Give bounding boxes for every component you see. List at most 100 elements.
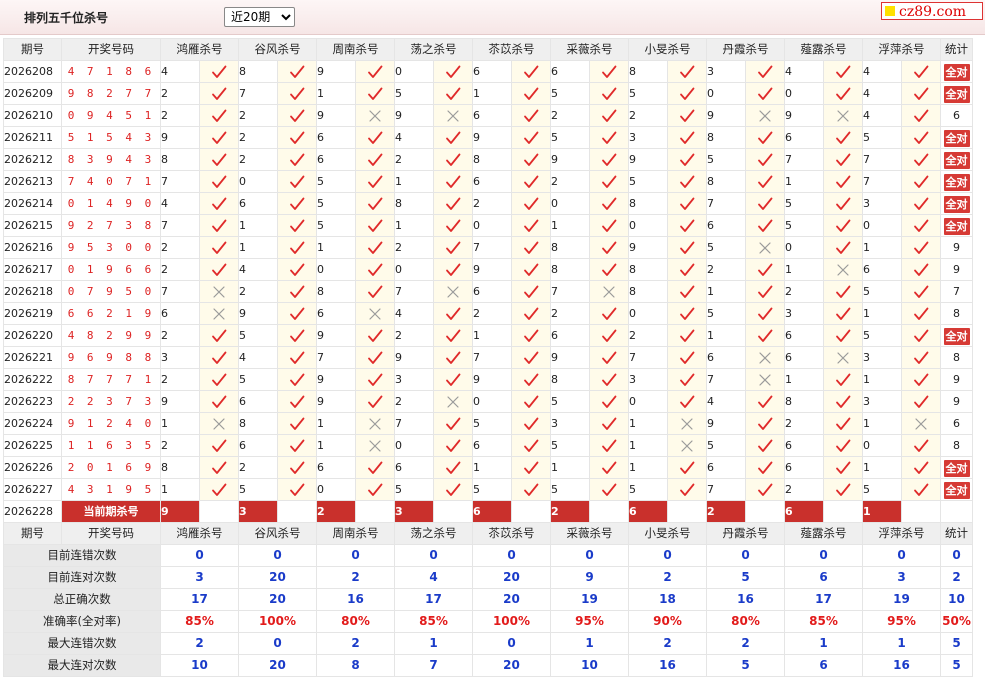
result-mark [433, 368, 473, 391]
result-mark [277, 60, 317, 83]
kill-number: 6 [706, 456, 746, 479]
all-correct-badge: 全对 [943, 481, 970, 499]
check-icon [368, 131, 383, 144]
result-mark [901, 126, 941, 149]
check-icon [524, 109, 539, 122]
kill-number: 8 [706, 170, 746, 193]
result-mark [589, 390, 629, 413]
check-icon [524, 263, 539, 276]
cross-icon [759, 352, 771, 364]
result-mark [199, 126, 239, 149]
summary-value: 85% [394, 610, 473, 633]
check-icon [602, 241, 617, 254]
result-mark [199, 60, 239, 83]
current-stat-blank [940, 500, 973, 523]
kill-number: 7 [472, 236, 512, 259]
kill-number: 7 [706, 478, 746, 501]
period-cell: 2026225 [3, 434, 62, 457]
period-cell: 2026219 [3, 302, 62, 325]
check-icon [836, 241, 851, 254]
kill-number: 8 [550, 236, 590, 259]
check-icon [836, 175, 851, 188]
kill-number: 1 [550, 214, 590, 237]
check-icon [524, 395, 539, 408]
draw-numbers: 0 1 9 6 6 [61, 258, 161, 281]
result-mark [355, 412, 395, 435]
check-icon [290, 87, 305, 100]
check-icon [680, 351, 695, 364]
result-mark [667, 60, 707, 83]
kill-number: 5 [862, 126, 902, 149]
check-icon [758, 329, 773, 342]
result-mark [667, 258, 707, 281]
result-mark [199, 280, 239, 303]
kill-number: 2 [628, 104, 668, 127]
kill-number: 7 [706, 192, 746, 215]
check-icon [914, 351, 929, 364]
current-kill-number: 6 [628, 500, 668, 523]
kill-number: 3 [862, 346, 902, 369]
result-mark [745, 456, 785, 479]
summary-value: 95% [862, 610, 941, 633]
site-logo[interactable]: cz89.com [881, 2, 983, 20]
result-mark [433, 192, 473, 215]
check-icon [758, 87, 773, 100]
cross-icon [759, 374, 771, 386]
check-icon [602, 417, 617, 430]
stat-cell: 9 [940, 258, 973, 281]
summary-row: 最大连对次数 10 20 8 7 20 10 16 5 6 16 5 [3, 654, 973, 677]
check-icon [524, 461, 539, 474]
summary-value: 0 [238, 544, 317, 567]
kill-number: 5 [628, 82, 668, 105]
col-header-period: 期号 [3, 522, 62, 545]
result-mark [589, 280, 629, 303]
check-icon [758, 439, 773, 452]
check-icon [368, 285, 383, 298]
kill-number: 7 [160, 170, 200, 193]
col-header-stat: 统计 [940, 522, 973, 545]
result-mark [589, 104, 629, 127]
kill-number: 0 [316, 478, 356, 501]
check-icon [446, 351, 461, 364]
result-mark [667, 456, 707, 479]
result-mark [823, 82, 863, 105]
summary-value: 8 [316, 654, 395, 677]
check-icon [836, 153, 851, 166]
result-mark [433, 258, 473, 281]
check-icon [836, 219, 851, 232]
check-icon [524, 307, 539, 320]
kill-number: 8 [784, 390, 824, 413]
kill-number: 9 [316, 324, 356, 347]
result-mark [901, 368, 941, 391]
summary-value: 20 [238, 588, 317, 611]
stat-cell: 8 [940, 302, 973, 325]
header-row: 期号 开奖号码 鸿雁杀号 谷风杀号 周南杀号 荡之杀号 苶苡杀号 采薇杀号 小旻杀号 丹霞杀号 薤露… [3, 522, 973, 545]
check-icon [290, 373, 305, 386]
period-select[interactable]: 近20期 [224, 7, 295, 27]
col-header-expert: 鸿雁杀号 [160, 522, 239, 545]
kill-number: 0 [238, 170, 278, 193]
kill-number: 3 [628, 126, 668, 149]
check-icon [368, 329, 383, 342]
kill-number: 6 [316, 148, 356, 171]
check-icon [680, 263, 695, 276]
check-icon [914, 197, 929, 210]
kill-number: 9 [160, 390, 200, 413]
all-correct-badge: 全对 [943, 129, 970, 147]
draw-numbers: 4 8 2 9 9 [61, 324, 161, 347]
col-header-expert: 荡之杀号 [394, 38, 473, 61]
check-icon [602, 263, 617, 276]
kill-number: 4 [394, 302, 434, 325]
kill-number: 4 [238, 258, 278, 281]
summary-label: 最大连对次数 [3, 654, 161, 677]
result-mark [433, 412, 473, 435]
cross-icon [369, 418, 381, 430]
table-row: 2026227 4 3 1 9 5 1 5 0 5 5 5 5 7 2 5 全对 [3, 478, 973, 501]
kill-number: 8 [628, 192, 668, 215]
result-mark [823, 324, 863, 347]
check-icon [524, 153, 539, 166]
kill-number: 6 [472, 280, 512, 303]
header-row: 期号 开奖号码 鸿雁杀号 谷风杀号 周南杀号 荡之杀号 苶苡杀号 采薇杀号 小旻杀号 丹霞杀号 薤露… [3, 38, 973, 61]
table-row: 2026216 9 5 3 0 021127895019 [3, 236, 973, 259]
table-row: 2026218 0 7 9 5 072876781257 [3, 280, 973, 303]
